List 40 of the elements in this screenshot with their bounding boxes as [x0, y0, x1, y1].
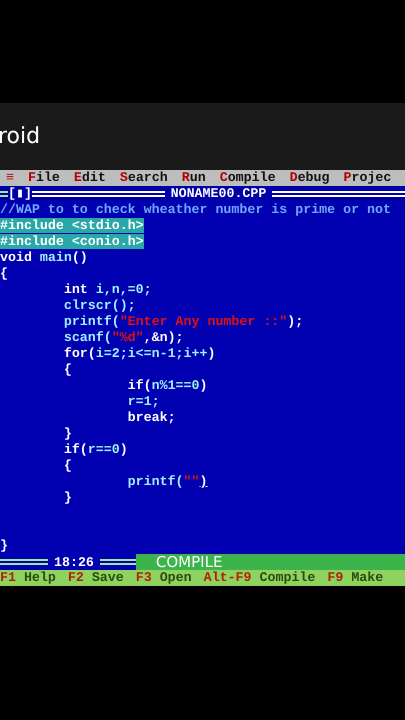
menu-item[interactable]: Compile [220, 170, 276, 186]
cursor-position: 18:26 [53, 554, 95, 570]
header-title: roid [0, 124, 40, 149]
caption-label: COMPILE [136, 554, 405, 570]
code-line: if(r==0) [62, 442, 129, 458]
code-line: break; [126, 410, 177, 426]
code-line: } [0, 538, 9, 554]
code-line: int i,n,=0; [62, 282, 153, 298]
code-line: printf("Enter Any number ::"); [62, 314, 304, 330]
function-key[interactable]: F2 Save [68, 570, 124, 586]
function-key[interactable]: F1 Help [0, 570, 56, 586]
code-line: r=1; [126, 394, 161, 410]
menu-item[interactable]: File [28, 170, 60, 186]
close-button[interactable]: [▮] [8, 186, 32, 202]
code-line: scanf("%d",&n); [62, 330, 185, 346]
code-line: { [0, 266, 9, 282]
function-key[interactable]: F3 Open [136, 570, 192, 586]
code-line: if(n%1==0) [126, 378, 208, 394]
function-key[interactable]: Alt-F9 Compile [204, 570, 316, 586]
code-line: } [62, 490, 73, 506]
double-line [0, 559, 48, 565]
code-line: } [62, 426, 73, 442]
menu-item[interactable]: Edit [74, 170, 106, 186]
double-line [100, 559, 136, 565]
double-line [0, 191, 8, 197]
code-line: clrscr(); [62, 298, 137, 314]
menu-item[interactable]: Debug [290, 170, 330, 186]
code-line: void main() [0, 250, 89, 266]
code-line: { [62, 362, 73, 378]
menu-item[interactable]: ≡ [6, 170, 14, 186]
code-line: { [62, 458, 73, 474]
code-editor[interactable] [0, 202, 405, 554]
file-name: NONAME00.CPP [170, 186, 268, 202]
function-key[interactable]: F9 Make [327, 570, 384, 586]
code-line: printf("") [126, 474, 208, 490]
menu-item[interactable]: Run [182, 170, 206, 186]
menu-item[interactable]: Projec [343, 170, 392, 186]
menu-item[interactable]: Search [120, 170, 168, 186]
code-line: for(i=2;i<=n-1;i++) [62, 346, 216, 362]
code-line: //WAP to to check wheather number is prime or not [0, 202, 392, 218]
